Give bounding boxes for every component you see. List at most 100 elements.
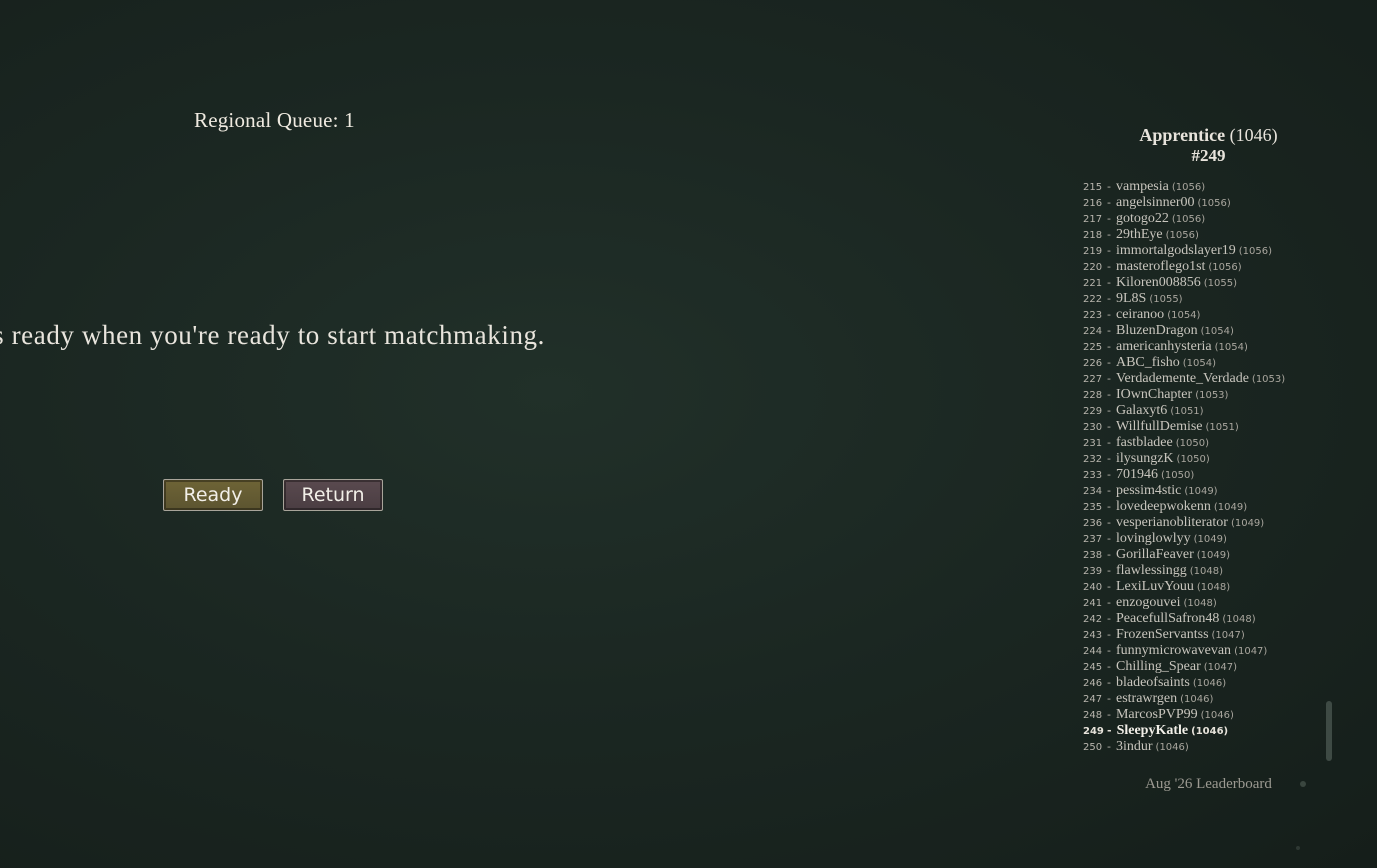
row-player-name: 29thEye [1115,227,1163,242]
row-player-name: ilysungzK [1115,451,1174,466]
leaderboard-row: 215- vampesia (1056) [1083,179,1323,195]
row-rank: 250 [1083,742,1103,753]
row-score: (1048) [1189,566,1224,577]
row-separator: - [1107,596,1111,609]
leaderboard-row: 226- ABC_fisho (1054) [1083,355,1323,371]
row-rank: 229 [1083,406,1103,417]
leaderboard-scrollbar[interactable] [1326,701,1332,761]
row-score: (1050) [1175,438,1209,449]
row-separator: - [1107,212,1111,225]
row-score: (1047) [1203,662,1238,673]
row-score: (1055) [1149,294,1183,305]
player-tier-heading: Apprentice (1046) [1100,125,1317,146]
row-rank: 227 [1083,374,1103,385]
row-separator: - [1107,436,1111,449]
row-separator: - [1107,340,1111,353]
row-player-name: LexiLuvYouu [1115,579,1194,594]
row-score: (1056) [1238,246,1273,257]
row-separator: - [1107,660,1111,673]
row-rank: 248 [1083,710,1103,721]
row-score: (1050) [1160,470,1195,481]
row-rank: 220 [1083,262,1103,273]
row-separator: - [1107,260,1111,273]
row-separator: - [1107,292,1111,305]
row-player-name: PeacefullSafron48 [1115,611,1220,626]
leaderboard-row-current-player: 249- SleepyKatle (1046) [1083,723,1323,739]
row-rank: 222 [1083,294,1103,305]
row-rank: 242 [1083,614,1103,625]
row-rank: 238 [1083,550,1103,561]
ready-button[interactable]: Ready [163,479,263,511]
row-separator: - [1107,628,1111,641]
leaderboard-row: 234- pessim4stic (1049) [1083,483,1323,499]
row-rank: 233 [1083,470,1103,481]
leaderboard-row: 250-3indur (1046) [1083,739,1323,755]
row-score: (1049) [1193,534,1227,545]
row-rank: 249 [1083,726,1104,737]
row-player-name: vesperianobliterator [1115,515,1228,530]
leaderboard-row: 220- masteroflego1st (1056) [1083,259,1323,275]
row-player-name: angelsinner00 [1115,195,1195,210]
row-player-name: gotogo22 [1115,211,1169,226]
leaderboard-row: 244- funnymicrowavevan (1047) [1083,643,1323,659]
row-player-name: enzogouvei [1115,595,1181,610]
row-separator: - [1107,612,1111,625]
row-player-name: WillfullDemise [1115,419,1203,434]
row-separator: - [1107,244,1111,257]
row-player-name: GorillaFeaver [1115,547,1194,562]
leaderboard-row: 241- enzogouvei (1048) [1083,595,1323,611]
leaderboard-row: 245- Chilling_Spear (1047) [1083,659,1323,675]
row-separator: - [1107,420,1111,433]
leaderboard-row: 221- Kiloren008856 (1055) [1083,275,1323,291]
player-tier: Apprentice [1139,125,1226,145]
leaderboard-row: 233-701946 (1050) [1083,467,1323,483]
row-rank: 236 [1083,518,1103,529]
row-score: (1048) [1222,614,1256,625]
leaderboard-list[interactable]: 215- vampesia (1056) 216- angelsinner00 (1056… [1083,178,1323,758]
row-separator: - [1107,308,1111,321]
row-separator: - [1107,452,1111,465]
row-player-name: BluzenDragon [1115,323,1198,338]
leaderboard-row: 232- ilysungzK (1050) [1083,451,1323,467]
row-player-name: Galaxyt6 [1115,403,1168,418]
row-player-name: MarcosPVP99 [1115,707,1198,722]
leaderboard-row: 228- IOwnChapter (1053) [1083,387,1323,403]
row-score: (1047) [1211,630,1245,641]
return-button[interactable]: Return [283,479,383,511]
row-player-name: IOwnChapter [1115,387,1193,402]
row-separator: - [1107,708,1111,721]
row-player-name: FrozenServantss [1115,627,1209,642]
row-rank: 244 [1083,646,1103,657]
row-player-name: bladeofsaints [1115,675,1190,690]
row-separator: - [1107,468,1111,481]
row-separator: - [1107,276,1111,289]
row-rank: 225 [1083,342,1103,353]
footer-dot-icon [1300,781,1306,787]
player-rank: #249 [1191,146,1226,165]
row-separator: - [1107,196,1111,209]
row-separator: - [1107,356,1111,369]
row-player-name: immortalgodslayer19 [1115,243,1236,258]
row-score: (1046) [1191,726,1229,737]
row-separator: - [1107,676,1111,689]
row-rank: 217 [1083,214,1103,225]
leaderboard-row: 240- LexiLuvYouu (1048) [1083,579,1323,595]
row-score: (1048) [1183,598,1217,609]
row-separator: - [1107,724,1112,737]
row-separator: - [1107,324,1111,337]
row-player-name: ceiranoo [1115,307,1165,322]
row-separator: - [1107,500,1111,513]
leaderboard-row: 216- angelsinner00 (1056) [1083,195,1323,211]
row-separator: - [1107,740,1111,753]
row-player-name: Kiloren008856 [1115,275,1201,290]
row-score: (1050) [1176,454,1210,465]
row-rank: 247 [1083,694,1103,705]
row-score: (1046) [1155,742,1189,753]
row-score: (1051) [1170,406,1204,417]
row-rank: 245 [1083,662,1103,673]
row-player-name: masteroflego1st [1115,259,1206,274]
row-score: (1049) [1230,518,1265,529]
row-player-name: 3indur [1115,739,1153,754]
row-player-name: Chilling_Spear [1115,659,1201,674]
row-separator: - [1107,404,1111,417]
